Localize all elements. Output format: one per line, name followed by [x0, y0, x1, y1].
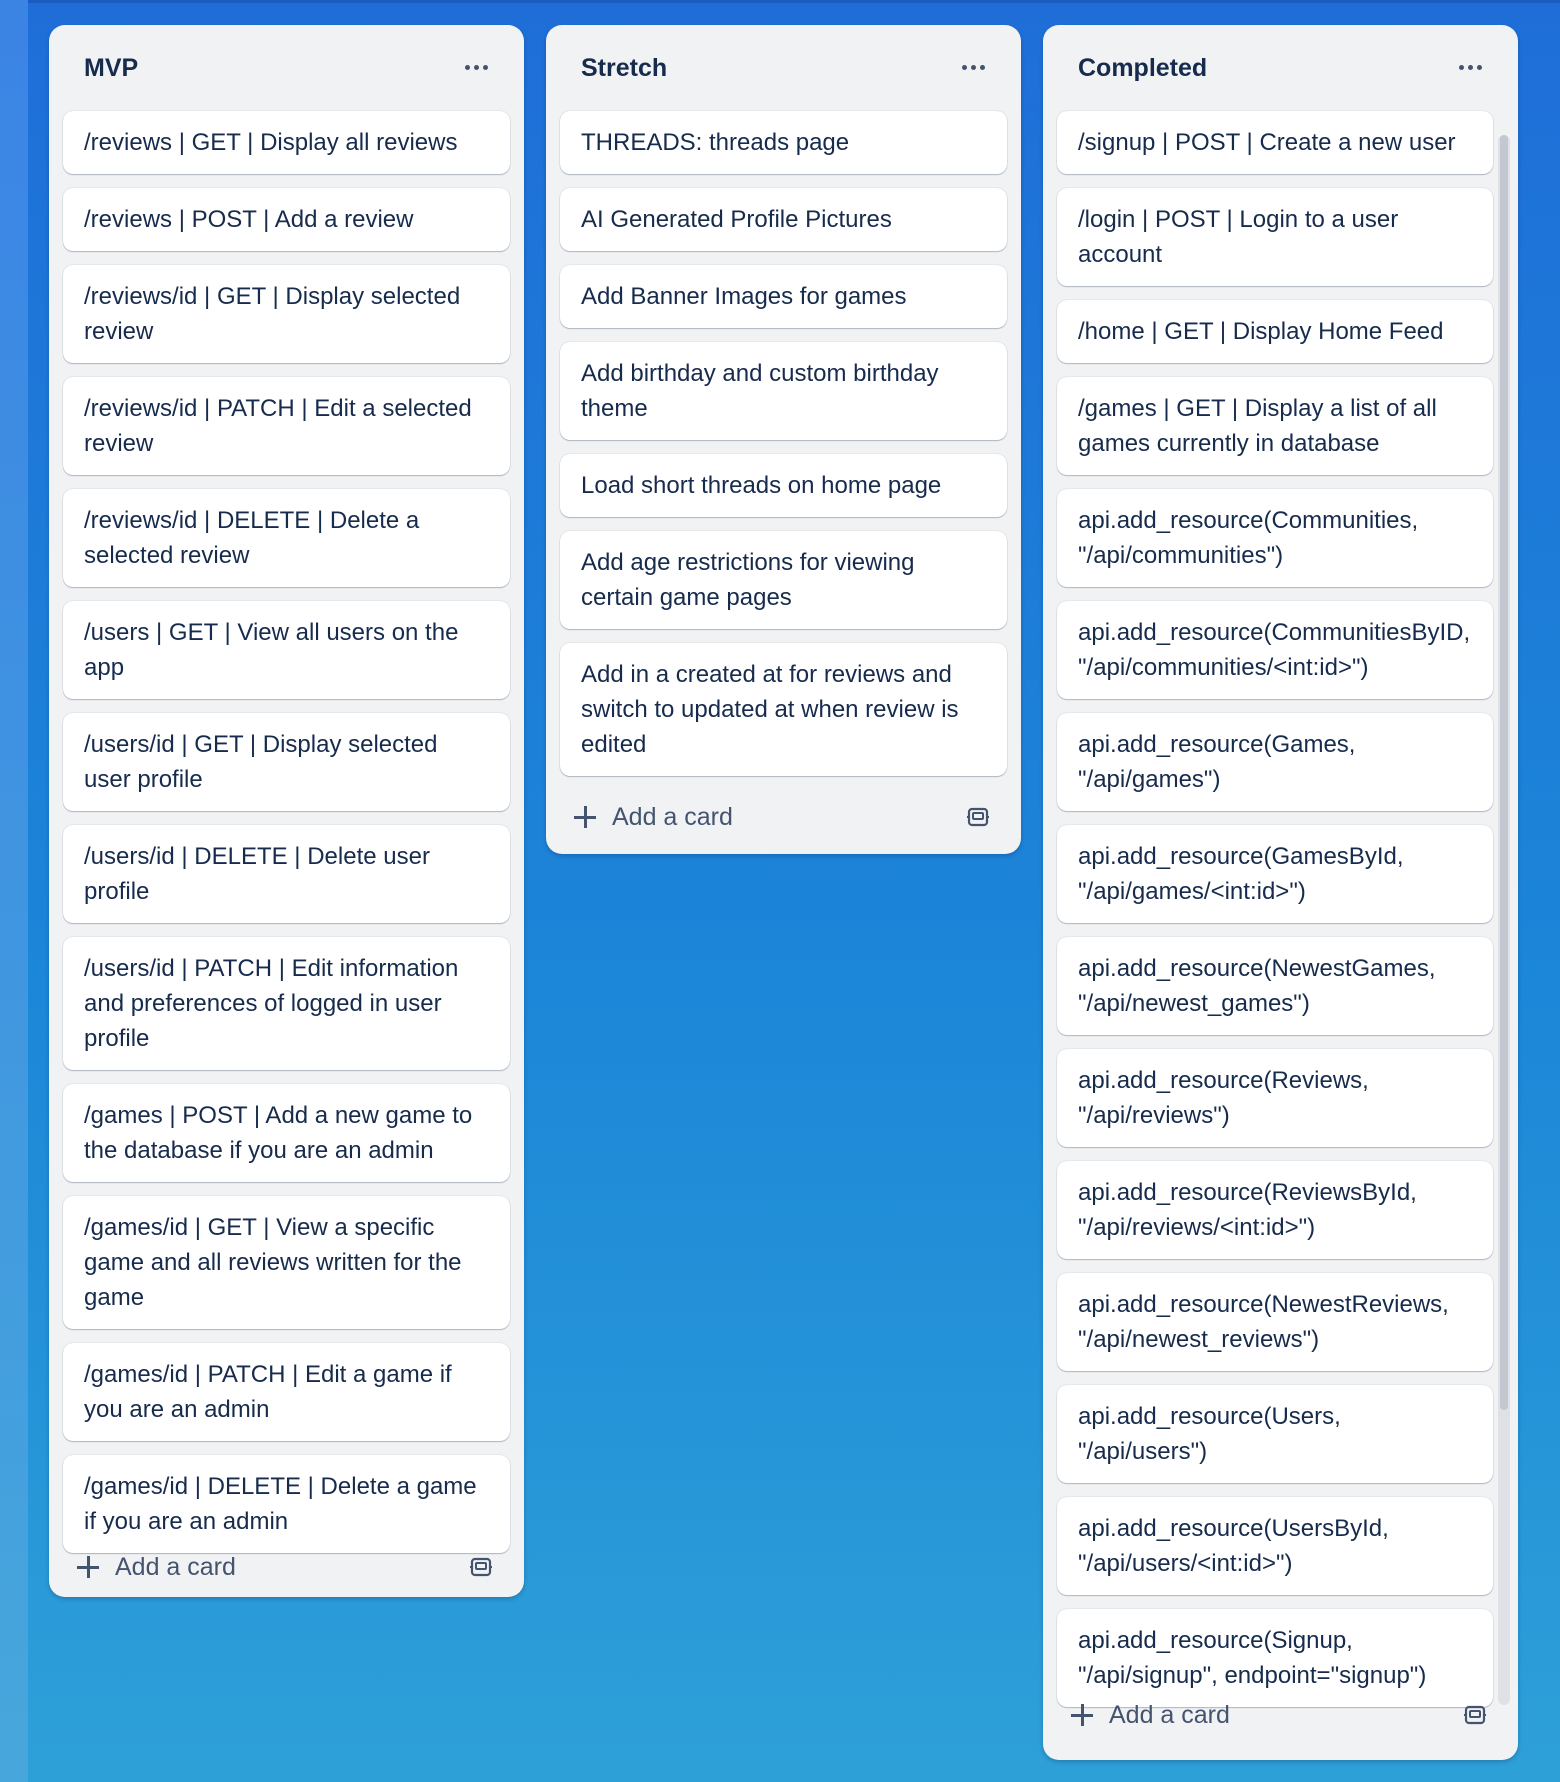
card-list: /reviews | GET | Display all reviews/rev…	[63, 111, 510, 1567]
add-card-button[interactable]: Add a card	[1057, 1691, 1504, 1739]
card[interactable]: /games/id | DELETE | Delete a game if yo…	[63, 1455, 510, 1553]
card[interactable]: /users/id | GET | Display selected user …	[63, 713, 510, 811]
card[interactable]: /login | POST | Login to a user account	[1057, 188, 1493, 286]
list-mvp: MVP /reviews | GET | Display all reviews…	[49, 25, 524, 1597]
card[interactable]: Add age restrictions for viewing certain…	[560, 531, 1007, 629]
card[interactable]: /users/id | PATCH | Edit information and…	[63, 937, 510, 1070]
card[interactable]: /reviews | GET | Display all reviews	[63, 111, 510, 174]
card[interactable]: /reviews/id | PATCH | Edit a selected re…	[63, 377, 510, 475]
list-scrollbar[interactable]	[1498, 135, 1510, 1705]
plus-icon	[1071, 1704, 1093, 1726]
list-title[interactable]: Completed	[1078, 51, 1207, 85]
card[interactable]: Add birthday and custom birthday theme	[560, 342, 1007, 440]
card[interactable]: /reviews/id | DELETE | Delete a selected…	[63, 489, 510, 587]
card[interactable]: api.add_resource(CommunitiesByID, "/api/…	[1057, 601, 1493, 699]
card[interactable]: api.add_resource(GamesById, "/api/games/…	[1057, 825, 1493, 923]
add-card-label: Add a card	[1109, 1700, 1230, 1729]
list-header: MVP	[49, 25, 524, 111]
add-card-label: Add a card	[612, 802, 733, 831]
card[interactable]: api.add_resource(Users, "/api/users")	[1057, 1385, 1493, 1483]
list-header: Completed	[1043, 25, 1518, 111]
card-list: /signup | POST | Create a new user/login…	[1057, 111, 1493, 1721]
card[interactable]: api.add_resource(Reviews, "/api/reviews"…	[1057, 1049, 1493, 1147]
list-completed: Completed /signup | POST | Create a new …	[1043, 25, 1518, 1760]
card[interactable]: api.add_resource(NewestGames, "/api/newe…	[1057, 937, 1493, 1035]
card-template-icon[interactable]	[965, 804, 991, 830]
plus-icon	[77, 1556, 99, 1578]
card[interactable]: api.add_resource(ReviewsById, "/api/revi…	[1057, 1161, 1493, 1259]
scrollbar-thumb[interactable]	[1500, 135, 1508, 1410]
card[interactable]: api.add_resource(UsersById, "/api/users/…	[1057, 1497, 1493, 1595]
card[interactable]: api.add_resource(Games, "/api/games")	[1057, 713, 1493, 811]
card-list: THREADS: threads page AI Generated Profil…	[560, 111, 1007, 790]
add-card-button[interactable]: Add a card	[560, 793, 1007, 841]
more-horizontal-icon[interactable]	[456, 47, 496, 87]
card[interactable]: /users/id | DELETE | Delete user profile	[63, 825, 510, 923]
add-card-button[interactable]: Add a card	[63, 1543, 510, 1591]
list-header: Stretch	[546, 25, 1021, 111]
list-stretch: Stretch THREADS: threads page AI Generate…	[546, 25, 1021, 854]
card[interactable]: /reviews/id | GET | Display selected rev…	[63, 265, 510, 363]
card[interactable]: /games | GET | Display a list of all gam…	[1057, 377, 1493, 475]
card[interactable]: /games/id | PATCH | Edit a game if you a…	[63, 1343, 510, 1441]
card[interactable]: Load short threads on home page	[560, 454, 1007, 517]
list-title[interactable]: MVP	[84, 51, 138, 85]
card-template-icon[interactable]	[468, 1554, 494, 1580]
card[interactable]: THREADS: threads page	[560, 111, 1007, 174]
card[interactable]: /games | POST | Add a new game to the da…	[63, 1084, 510, 1182]
card[interactable]: AI Generated Profile Pictures	[560, 188, 1007, 251]
list-title[interactable]: Stretch	[581, 51, 667, 85]
left-board-strip	[0, 0, 28, 1782]
card[interactable]: /users | GET | View all users on the app	[63, 601, 510, 699]
card[interactable]: /reviews | POST | Add a review	[63, 188, 510, 251]
plus-icon	[574, 806, 596, 828]
add-card-label: Add a card	[115, 1552, 236, 1581]
card[interactable]: api.add_resource(Communities, "/api/comm…	[1057, 489, 1493, 587]
card[interactable]: /games/id | GET | View a specific game a…	[63, 1196, 510, 1329]
card[interactable]: /signup | POST | Create a new user	[1057, 111, 1493, 174]
card[interactable]: api.add_resource(NewestReviews, "/api/ne…	[1057, 1273, 1493, 1371]
card-template-icon[interactable]	[1462, 1702, 1488, 1728]
more-horizontal-icon[interactable]	[1450, 47, 1490, 87]
top-board-bar	[28, 0, 1560, 3]
more-horizontal-icon[interactable]	[953, 47, 993, 87]
card[interactable]: Add Banner Images for games	[560, 265, 1007, 328]
card[interactable]: /home | GET | Display Home Feed	[1057, 300, 1493, 363]
card[interactable]: Add in a created at for reviews and swit…	[560, 643, 1007, 776]
